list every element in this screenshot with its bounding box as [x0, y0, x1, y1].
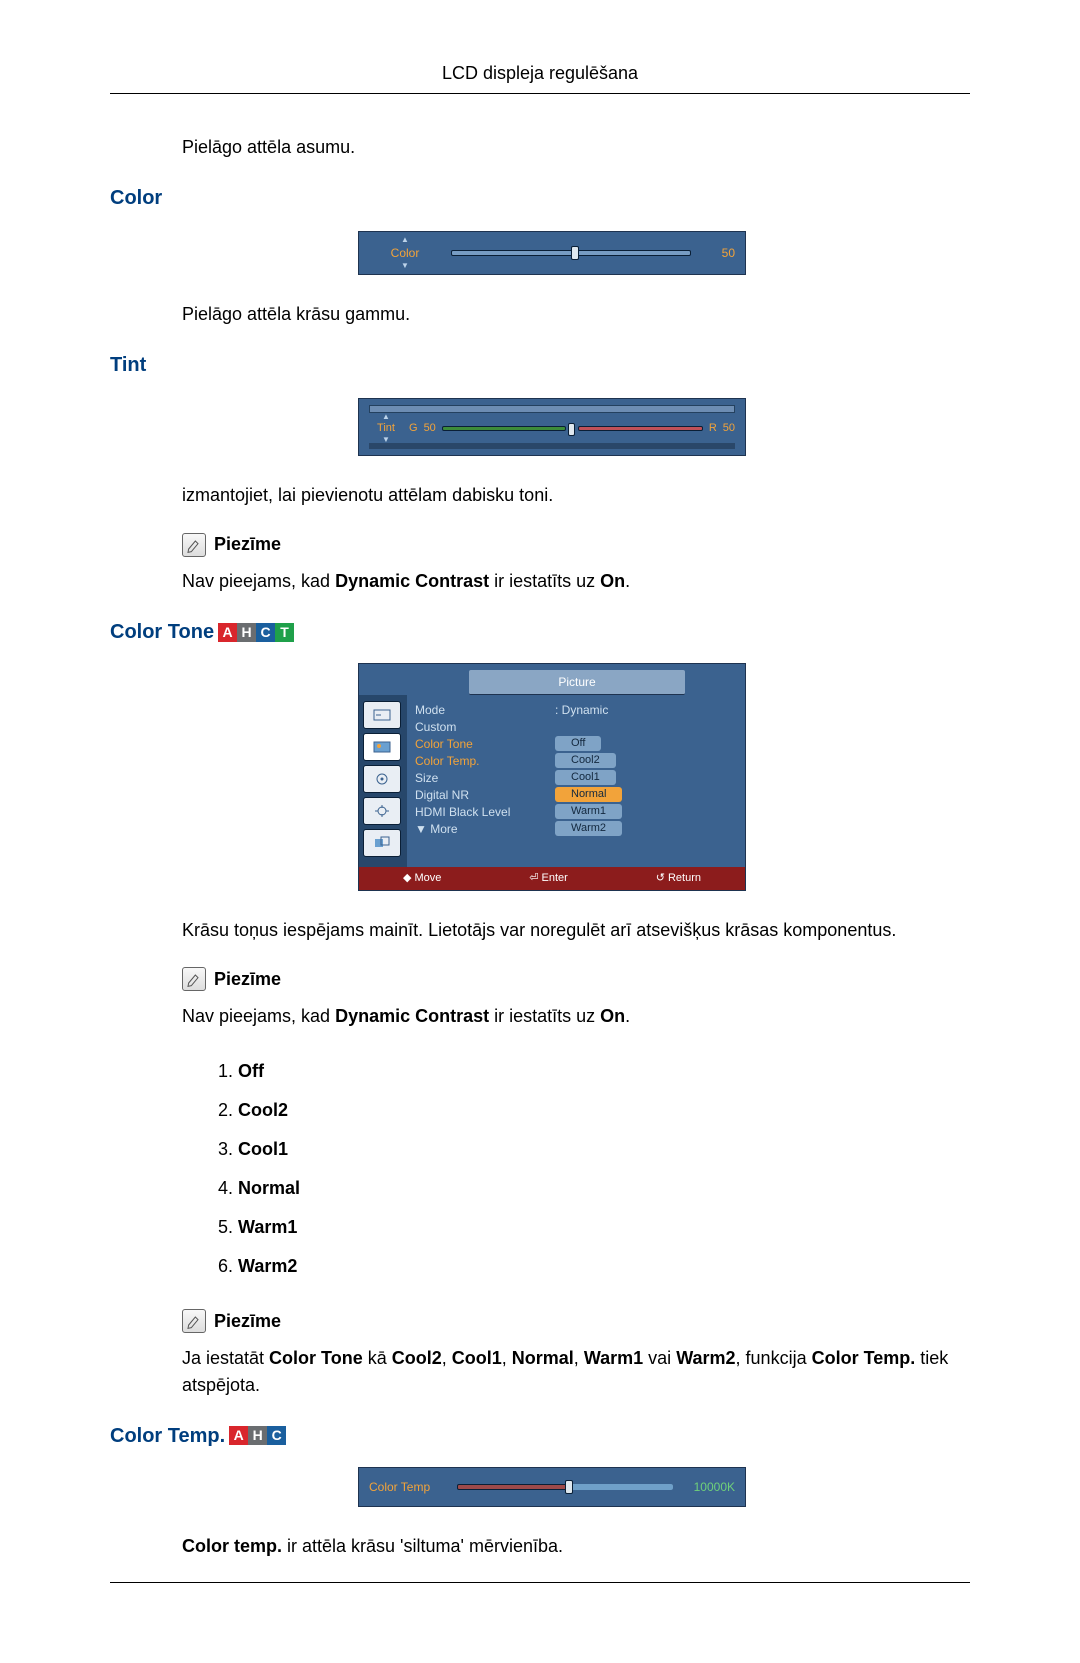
tag-a-icon: A: [229, 1426, 248, 1445]
tint-g-value: 50: [424, 420, 436, 437]
list-item: Cool1: [238, 1130, 970, 1169]
heading-color: Color: [110, 183, 970, 213]
list-item: Normal: [238, 1169, 970, 1208]
osd-picture-menu: Picture Mode: Dynamic Custom Color ToneO…: [358, 663, 746, 891]
tag-c-icon: C: [267, 1426, 286, 1445]
tag-c-icon: C: [256, 623, 275, 642]
note-icon: [182, 1309, 206, 1333]
menu-row-digitalnr[interactable]: Digital NR: [415, 786, 555, 804]
osd-menu-main: Mode: Dynamic Custom Color ToneOff Color…: [407, 695, 745, 867]
osd-tint-track-r[interactable]: [578, 426, 703, 431]
color-description: Pielāgo attēla krāsu gammu.: [182, 301, 970, 328]
footer-enter: ⏎ Enter: [529, 870, 568, 887]
tag-a-icon: A: [218, 623, 237, 642]
osd-color-slider: ▲ Color ▼ 50: [358, 231, 746, 275]
colortone-note-text: Nav pieejams, kad Dynamic Contrast ir ie…: [182, 1003, 970, 1030]
footer-move: ◆ Move: [403, 870, 441, 887]
tint-r-label: R: [709, 420, 717, 437]
arrow-down-icon: ▼: [369, 436, 403, 443]
osd-menu-footer: ◆ Move ⏎ Enter ↺ Return: [359, 867, 745, 890]
mode-tags: A H C T: [218, 623, 294, 642]
menu-row-size[interactable]: Size: [415, 769, 555, 787]
osd-menu-sidebar: [359, 695, 407, 867]
heading-colortemp: Color Temp.: [110, 1421, 225, 1451]
divider-bottom: [110, 1582, 970, 1583]
menu-chip-cool1[interactable]: Cool1: [555, 770, 616, 785]
intro-paragraph: Pielāgo attēla asumu.: [182, 134, 970, 161]
note-icon: [182, 967, 206, 991]
osd-menu-title: Picture: [469, 670, 685, 695]
osd-color-label: ▲ Color ▼: [369, 236, 441, 270]
page-header: LCD displeja regulēšana: [110, 60, 970, 87]
list-item: Warm1: [238, 1208, 970, 1247]
arrow-up-icon: ▲: [369, 413, 403, 420]
sidebar-icon-sound[interactable]: [363, 765, 401, 793]
osd-color-thumb[interactable]: [571, 246, 579, 260]
osd-colortemp-thumb[interactable]: [565, 1480, 573, 1494]
tag-h-icon: H: [237, 623, 256, 642]
osd-colortemp-slider: Color Temp 10000K: [358, 1467, 746, 1507]
menu-row-colortone[interactable]: Color Tone: [415, 735, 555, 753]
menu-row-hdmiblack[interactable]: HDMI Black Level: [415, 803, 555, 821]
note-icon: [182, 533, 206, 557]
osd-colortemp-value: 10000K: [683, 1478, 735, 1496]
menu-chip-warm2[interactable]: Warm2: [555, 821, 622, 836]
osd-tint-track-g[interactable]: [442, 426, 567, 431]
osd-color-track[interactable]: [451, 250, 691, 256]
arrow-up-icon: ▲: [369, 236, 441, 244]
osd-tint-slider: ▲ Tint ▼ G 50 R 50: [358, 398, 746, 456]
tint-note-text: Nav pieejams, kad Dynamic Contrast ir ie…: [182, 568, 970, 595]
footer-return: ↺ Return: [656, 870, 701, 887]
heading-colortone: Color Tone: [110, 617, 214, 647]
mode-tags: A H C: [229, 1426, 286, 1445]
sidebar-icon-multi[interactable]: [363, 829, 401, 857]
tag-h-icon: H: [248, 1426, 267, 1445]
colortone-note2-text: Ja iestatāt Color Tone kā Cool2, Cool1, …: [182, 1345, 970, 1399]
menu-chip-cool2[interactable]: Cool2: [555, 753, 616, 768]
menu-chip-warm1[interactable]: Warm1: [555, 804, 622, 819]
note-label: Piezīme: [214, 966, 281, 993]
osd-tint-thumb[interactable]: [568, 423, 575, 436]
list-item: Off: [238, 1052, 970, 1091]
menu-chip-normal[interactable]: Normal: [555, 787, 622, 802]
menu-row-colortemp[interactable]: Color Temp.: [415, 752, 555, 770]
tag-t-icon: T: [275, 623, 294, 642]
menu-row-more[interactable]: ▼ More: [415, 820, 555, 838]
colortone-options-list: Off Cool2 Cool1 Normal Warm1 Warm2: [218, 1052, 970, 1286]
heading-tint: Tint: [110, 350, 970, 380]
osd-tint-label: ▲ Tint ▼: [369, 413, 403, 444]
menu-chip-off[interactable]: Off: [555, 736, 601, 751]
list-item: Cool2: [238, 1091, 970, 1130]
note-row: Piezīme: [182, 531, 970, 558]
note-row: Piezīme: [182, 966, 970, 993]
menu-row-mode[interactable]: Mode: [415, 701, 555, 719]
sidebar-icon-setup[interactable]: [363, 797, 401, 825]
tint-g-label: G: [409, 420, 418, 437]
tint-description: izmantojiet, lai pievienotu attēlam dabi…: [182, 482, 970, 509]
arrow-down-icon: ▼: [369, 262, 441, 270]
colortemp-description: Color temp. ir attēla krāsu 'siltuma' mē…: [182, 1533, 970, 1560]
colortone-description: Krāsu toņus iespējams mainīt. Lietotājs …: [182, 917, 970, 944]
osd-color-value: 50: [701, 244, 735, 262]
osd-colortemp-label: Color Temp: [369, 1478, 447, 1496]
note-label: Piezīme: [214, 1308, 281, 1335]
note-row: Piezīme: [182, 1308, 970, 1335]
osd-colortemp-track[interactable]: [457, 1484, 673, 1490]
tint-r-value: 50: [723, 420, 735, 437]
sidebar-icon-picture[interactable]: [363, 733, 401, 761]
menu-row-custom[interactable]: Custom: [415, 718, 555, 736]
sidebar-icon-input[interactable]: [363, 701, 401, 729]
list-item: Warm2: [238, 1247, 970, 1286]
note-label: Piezīme: [214, 531, 281, 558]
